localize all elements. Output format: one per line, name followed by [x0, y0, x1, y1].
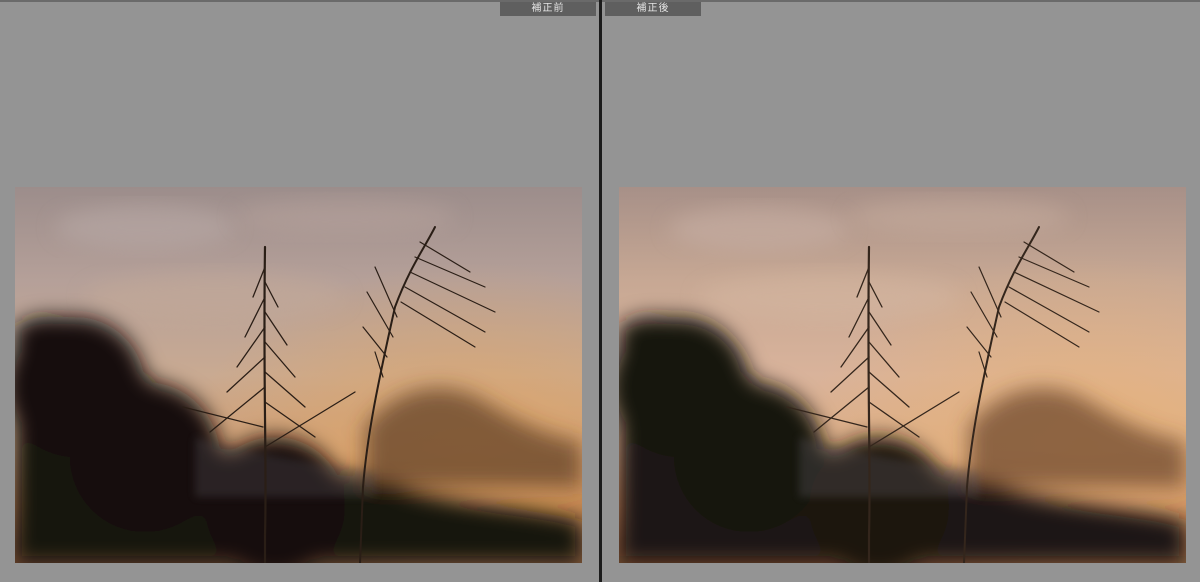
after-label: 補正後 [605, 2, 701, 16]
after-pane: 補正後 [602, 0, 1200, 582]
before-after-compare-view: 補正前 補正後 [0, 0, 1200, 582]
after-photo-image [619, 187, 1186, 563]
after-photo[interactable] [619, 187, 1186, 563]
before-pane: 補正前 [0, 0, 599, 582]
before-photo[interactable] [15, 187, 582, 563]
before-photo-image [15, 187, 582, 563]
before-label: 補正前 [500, 2, 596, 16]
